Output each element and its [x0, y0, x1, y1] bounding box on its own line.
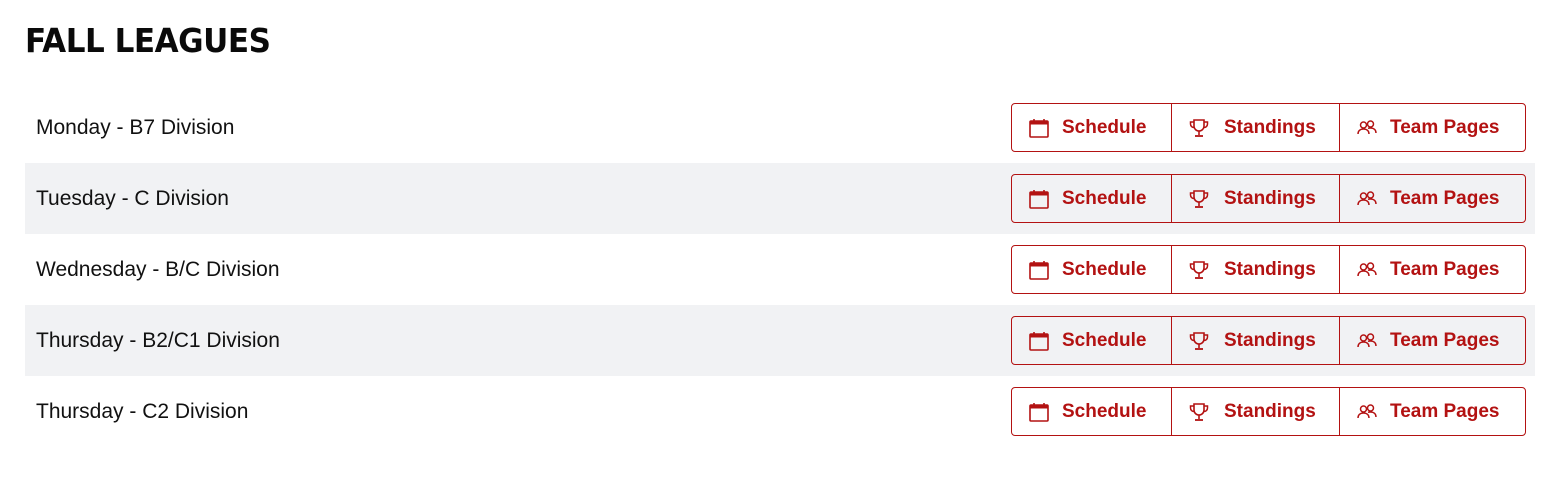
schedule-button[interactable]: Schedule: [1011, 245, 1172, 294]
league-name: Tuesday - C Division: [36, 186, 229, 210]
standings-button[interactable]: Standings: [1171, 316, 1340, 365]
page-title: FALL LEAGUES: [25, 21, 271, 60]
league-row-thursday-c2: Thursday - C2 Division Schedule Standing…: [25, 376, 1535, 447]
schedule-label: Schedule: [1062, 187, 1147, 209]
team-pages-button[interactable]: Team Pages: [1339, 387, 1526, 436]
schedule-label: Schedule: [1062, 116, 1147, 138]
standings-label: Standings: [1224, 116, 1316, 138]
schedule-button[interactable]: Schedule: [1011, 174, 1172, 223]
schedule-button[interactable]: Schedule: [1011, 103, 1172, 152]
team-pages-button[interactable]: Team Pages: [1339, 103, 1526, 152]
calendar-icon: [1028, 401, 1050, 423]
league-name: Monday - B7 Division: [36, 115, 235, 139]
trophy-icon: [1188, 259, 1210, 281]
people-icon: [1356, 117, 1378, 139]
league-actions: Schedule Standings Team Pages: [1011, 245, 1526, 294]
standings-label: Standings: [1224, 187, 1316, 209]
standings-label: Standings: [1224, 329, 1316, 351]
calendar-icon: [1028, 117, 1050, 139]
team-pages-label: Team Pages: [1390, 258, 1500, 280]
team-pages-label: Team Pages: [1390, 116, 1500, 138]
league-row-monday-b7: Monday - B7 Division Schedule Standings …: [25, 92, 1535, 163]
league-name: Thursday - B2/C1 Division: [36, 328, 280, 352]
league-name: Thursday - C2 Division: [36, 399, 249, 423]
standings-label: Standings: [1224, 258, 1316, 280]
schedule-button[interactable]: Schedule: [1011, 387, 1172, 436]
league-actions: Schedule Standings Team Pages: [1011, 316, 1526, 365]
team-pages-label: Team Pages: [1390, 400, 1500, 422]
standings-button[interactable]: Standings: [1171, 103, 1340, 152]
league-list: Monday - B7 Division Schedule Standings …: [25, 92, 1535, 447]
standings-label: Standings: [1224, 400, 1316, 422]
team-pages-button[interactable]: Team Pages: [1339, 316, 1526, 365]
calendar-icon: [1028, 188, 1050, 210]
league-name: Wednesday - B/C Division: [36, 257, 280, 281]
league-row-thursday-b2c1: Thursday - B2/C1 Division Schedule Stand…: [25, 305, 1535, 376]
league-row-wednesday-bc: Wednesday - B/C Division Schedule Standi…: [25, 234, 1535, 305]
calendar-icon: [1028, 330, 1050, 352]
trophy-icon: [1188, 330, 1210, 352]
schedule-button[interactable]: Schedule: [1011, 316, 1172, 365]
calendar-icon: [1028, 259, 1050, 281]
league-actions: Schedule Standings Team Pages: [1011, 174, 1526, 223]
schedule-label: Schedule: [1062, 329, 1147, 351]
team-pages-button[interactable]: Team Pages: [1339, 174, 1526, 223]
standings-button[interactable]: Standings: [1171, 174, 1340, 223]
standings-button[interactable]: Standings: [1171, 245, 1340, 294]
schedule-label: Schedule: [1062, 258, 1147, 280]
trophy-icon: [1188, 401, 1210, 423]
people-icon: [1356, 259, 1378, 281]
league-actions: Schedule Standings Team Pages: [1011, 387, 1526, 436]
team-pages-label: Team Pages: [1390, 187, 1500, 209]
people-icon: [1356, 401, 1378, 423]
trophy-icon: [1188, 117, 1210, 139]
trophy-icon: [1188, 188, 1210, 210]
standings-button[interactable]: Standings: [1171, 387, 1340, 436]
people-icon: [1356, 330, 1378, 352]
schedule-label: Schedule: [1062, 400, 1147, 422]
people-icon: [1356, 188, 1378, 210]
team-pages-label: Team Pages: [1390, 329, 1500, 351]
team-pages-button[interactable]: Team Pages: [1339, 245, 1526, 294]
league-actions: Schedule Standings Team Pages: [1011, 103, 1526, 152]
league-row-tuesday-c: Tuesday - C Division Schedule Standings …: [25, 163, 1535, 234]
